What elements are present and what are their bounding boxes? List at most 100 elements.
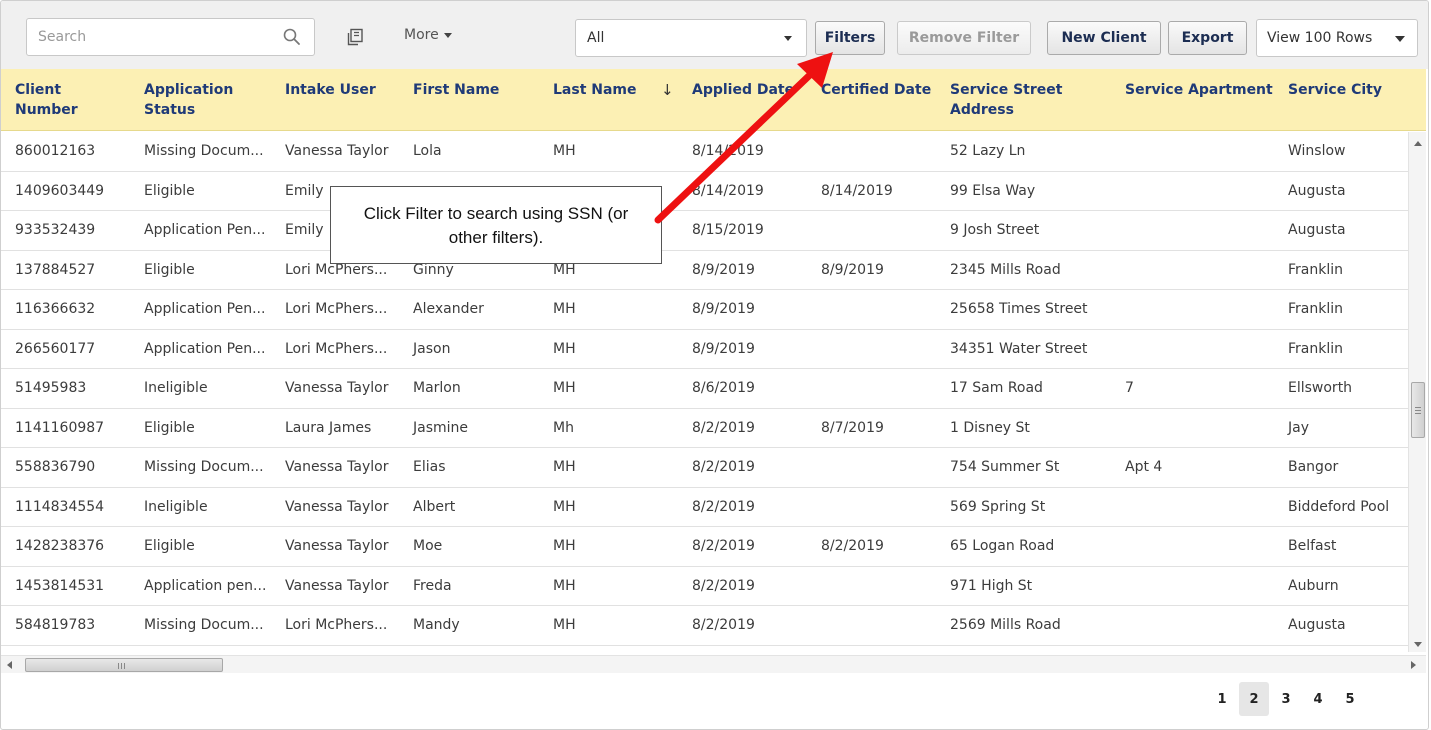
table-cell: 1428238376 <box>15 538 105 554</box>
table-row[interactable]: 584819783 Missing Docum... Lori McPhers...… <box>1 606 1408 646</box>
table-row[interactable]: 860012163 Missing Docum... Vanessa Taylor L… <box>1 132 1408 172</box>
column-header[interactable]: Last Name <box>553 80 637 100</box>
horizontal-scrollbar[interactable] <box>1 655 1426 673</box>
new-client-button[interactable]: New Client <box>1047 21 1161 55</box>
columns-icon[interactable] <box>347 28 365 46</box>
page-link[interactable]: 5 <box>1335 682 1365 716</box>
page-link[interactable]: 4 <box>1303 682 1333 716</box>
table-cell: Eligible <box>144 419 195 436</box>
table-cell: 8/9/2019 <box>692 340 755 357</box>
pagination: 12345 <box>1207 682 1367 716</box>
table-row[interactable]: 1141160987 Eligible Laura James Jasmine Mh 8/… <box>1 409 1408 448</box>
table-cell: MH <box>553 459 576 475</box>
column-header[interactable]: Intake User <box>285 80 376 100</box>
table-row[interactable]: 116366632 Application Pen... Lori McPhers.… <box>1 290 1408 330</box>
table-row[interactable]: 1114834554 Ineligible Vanessa Taylor Albert… <box>1 488 1408 527</box>
table-row[interactable]: 1409603449 Eligible Emily 8/14/2019 8/14/201… <box>1 172 1408 211</box>
table-cell: 8/9/2019 <box>692 301 755 317</box>
export-button[interactable]: Export <box>1168 21 1247 55</box>
table-cell: 266560177 <box>15 340 96 357</box>
table-cell: Emily <box>285 222 324 238</box>
column-header[interactable]: Service Street Address <box>950 80 1062 120</box>
table-cell: 2345 Mills Road <box>950 261 1061 278</box>
column-header[interactable]: Service Apartment <box>1125 80 1273 100</box>
filter-select[interactable]: All <box>575 19 807 57</box>
column-header[interactable]: Service City <box>1288 80 1382 100</box>
table-cell: MH <box>553 340 576 357</box>
table-cell: 8/7/2019 <box>821 419 884 436</box>
table-cell: Marlon <box>413 380 461 396</box>
table-row[interactable]: 1428238376 Eligible Vanessa Taylor Moe MH 8/2… <box>1 527 1408 567</box>
column-header[interactable]: Certified Date <box>821 80 931 100</box>
scroll-left-icon[interactable] <box>7 661 12 669</box>
filters-button[interactable]: Filters <box>815 21 885 55</box>
remove-filter-button[interactable]: Remove Filter <box>897 21 1031 55</box>
table-cell: Eligible <box>144 261 195 278</box>
search-icon[interactable] <box>282 27 302 47</box>
table-cell: Vanessa Taylor <box>285 577 389 594</box>
column-header[interactable]: Client Number <box>15 80 78 120</box>
search-input[interactable] <box>27 19 277 55</box>
table-cell: Winslow <box>1288 143 1346 159</box>
table-cell: 51495983 <box>15 380 87 396</box>
chevron-down-icon <box>1395 36 1405 42</box>
table-row[interactable]: 1453814531 Application pen... Vanessa Tayl… <box>1 567 1408 606</box>
chevron-down-icon <box>784 36 792 41</box>
table-cell: Bangor <box>1288 459 1339 475</box>
rows-per-page-select[interactable]: View 100 Rows <box>1256 19 1418 57</box>
table-cell: Application Pen... <box>144 301 266 317</box>
column-header[interactable]: Application Status <box>144 80 233 120</box>
column-header[interactable]: First Name <box>413 80 499 100</box>
vertical-scrollbar[interactable] <box>1408 132 1426 652</box>
table-cell: Missing Docum... <box>144 459 264 475</box>
table-cell: Vanessa Taylor <box>285 143 389 159</box>
table-cell: Jason <box>413 340 451 357</box>
table-cell: 99 Elsa Way <box>950 182 1036 199</box>
table-cell: Augusta <box>1288 182 1346 199</box>
table-cell: Eligible <box>144 182 195 199</box>
table-row[interactable]: 137884527 Eligible Lori McPhers... Ginny MH 8… <box>1 251 1408 290</box>
table-cell: 1453814531 <box>15 577 105 594</box>
scroll-right-icon[interactable] <box>1411 661 1416 669</box>
table-cell: 137884527 <box>15 261 96 278</box>
page-link[interactable]: 3 <box>1271 682 1301 716</box>
table-cell: Missing Docum... <box>144 617 264 633</box>
callout-text: Click Filter to search using SSN (or oth… <box>363 204 629 247</box>
table-cell: 860012163 <box>15 143 96 159</box>
table-cell: 8/9/2019 <box>821 261 884 278</box>
rows-select-value: View 100 Rows <box>1267 30 1373 46</box>
filter-select-value: All <box>587 30 605 46</box>
scroll-down-icon[interactable] <box>1414 642 1422 647</box>
table-row[interactable]: 933532439 Application Pen... Emily 8/15/201… <box>1 211 1408 251</box>
client-list-panel: More All Filters Remove Filter New Clien… <box>0 0 1429 730</box>
table-row[interactable]: 558836790 Missing Docum... Vanessa Taylor E… <box>1 448 1408 488</box>
table-cell: 1409603449 <box>15 182 105 199</box>
table-cell: Missing Docum... <box>144 143 264 159</box>
page-link[interactable]: 1 <box>1207 682 1237 716</box>
table-row[interactable]: 266560177 Application Pen... Lori McPhers.… <box>1 330 1408 369</box>
table-cell: 8/9/2019 <box>692 261 755 278</box>
more-menu[interactable]: More <box>404 27 452 43</box>
table-cell: 9 Josh Street <box>950 222 1040 238</box>
table-cell: Biddeford Pool <box>1288 498 1390 515</box>
column-header[interactable]: Applied Date <box>692 80 794 100</box>
table-cell: Jasmine <box>413 419 469 436</box>
table-cell: Ineligible <box>144 380 208 396</box>
scroll-up-icon[interactable] <box>1414 141 1422 146</box>
table-cell: 25658 Times Street <box>950 301 1088 317</box>
search-box <box>26 18 315 56</box>
horizontal-scroll-thumb[interactable] <box>25 658 223 672</box>
table-cell: 17 Sam Road <box>950 380 1043 396</box>
table-cell: 1 Disney St <box>950 419 1030 436</box>
table-cell: MH <box>553 577 576 594</box>
table-row[interactable]: 51495983 Ineligible Vanessa Taylor Marlon MH… <box>1 369 1408 409</box>
table-cell: 116366632 <box>15 301 96 317</box>
table-cell: 558836790 <box>15 459 96 475</box>
table-cell: MH <box>553 617 576 633</box>
page-link[interactable]: 2 <box>1239 682 1269 716</box>
table-cell: 8/15/2019 <box>692 222 764 238</box>
vertical-scroll-thumb[interactable] <box>1411 382 1425 438</box>
table-cell: 754 Summer St <box>950 459 1060 475</box>
sort-arrow-icon[interactable]: ↓ <box>661 81 674 99</box>
tutorial-callout: Click Filter to search using SSN (or oth… <box>330 186 662 264</box>
